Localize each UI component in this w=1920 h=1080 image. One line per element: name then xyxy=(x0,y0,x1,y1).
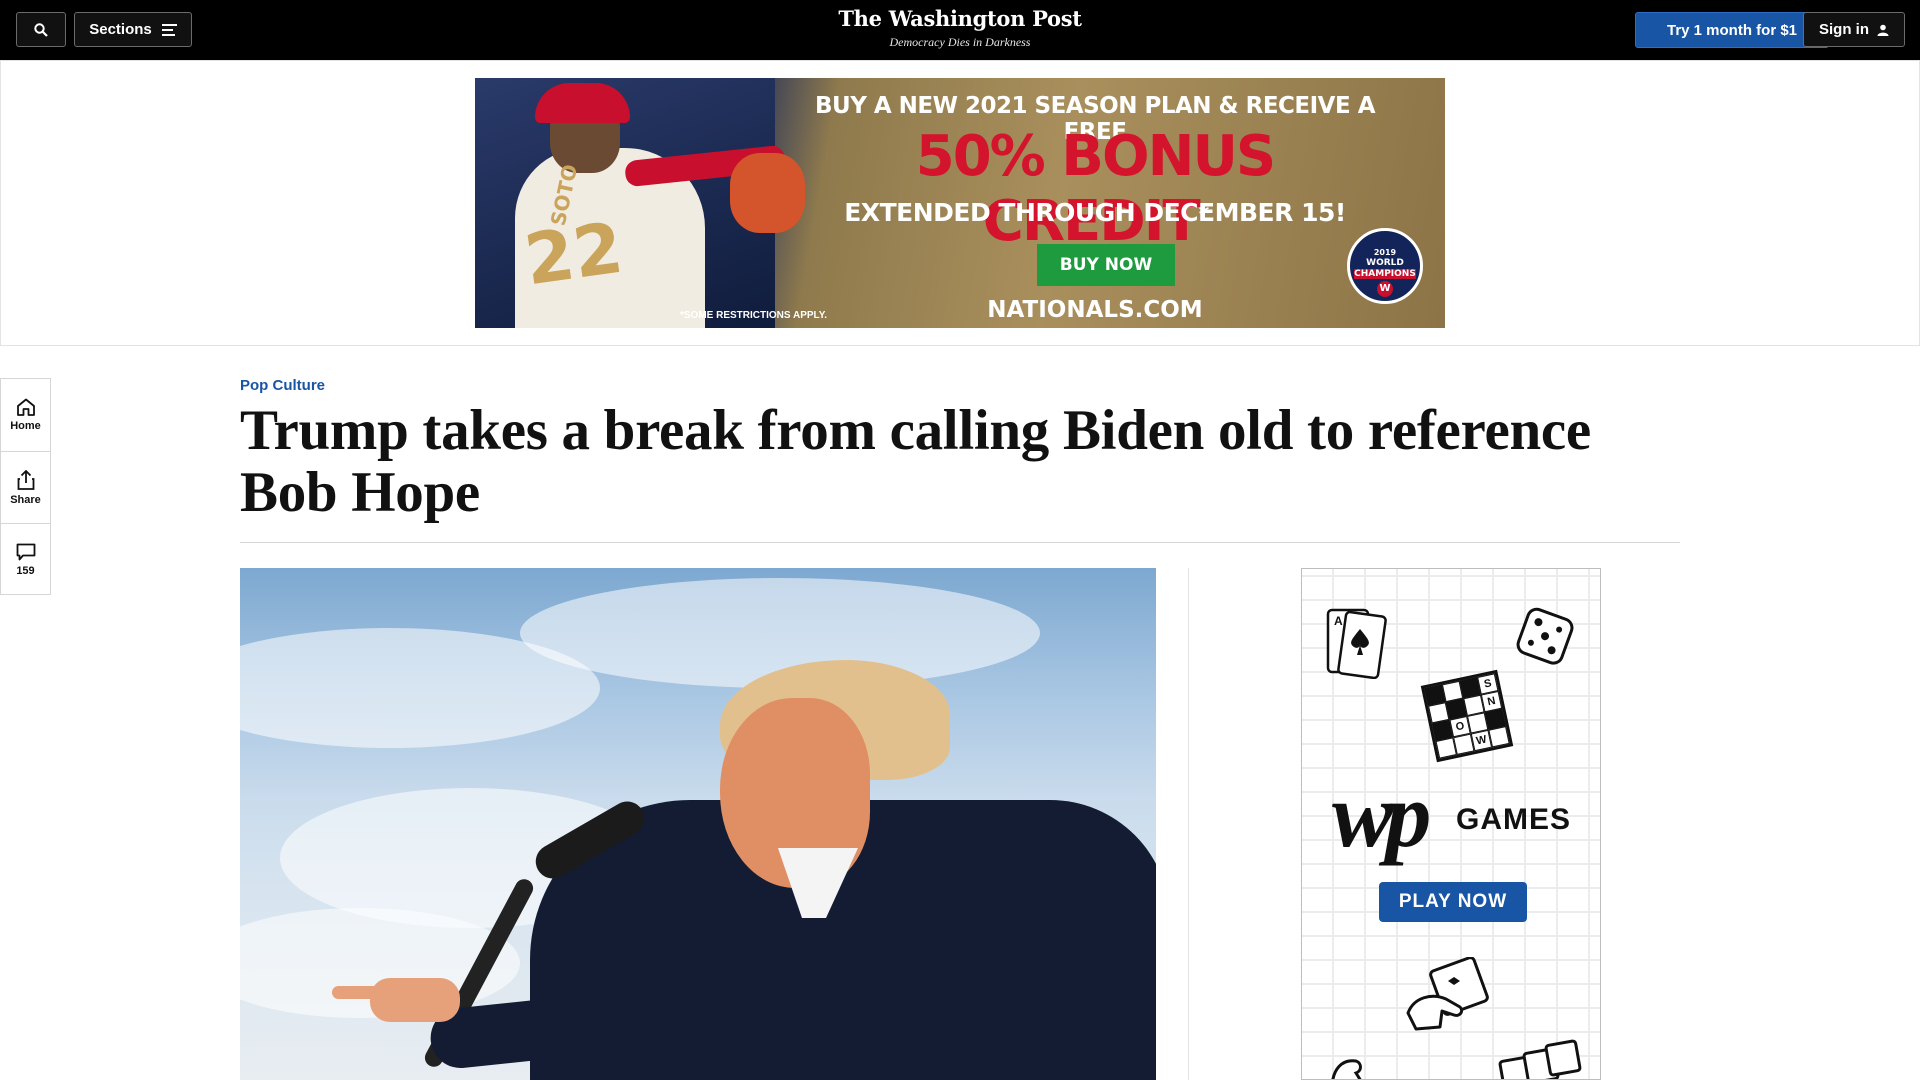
cards-in-hand-icon xyxy=(1406,957,1489,1031)
sign-in-label: Sign in xyxy=(1819,21,1869,38)
ad-player-number: 22 xyxy=(519,206,628,302)
dice-icon xyxy=(1516,607,1574,665)
ad-url-text[interactable]: NATIONALS.COM xyxy=(795,297,1395,323)
comments-count: 159 xyxy=(16,564,35,577)
subscribe-button[interactable]: Try 1 month for $1 xyxy=(1635,12,1829,48)
share-button[interactable]: Share xyxy=(1,451,50,523)
sections-menu-button[interactable]: Sections xyxy=(74,12,192,47)
nationals-banner-ad[interactable]: 22 SOTO *SOME RESTRICTIONS APPLY. BUY A … xyxy=(475,78,1445,328)
play-now-button[interactable]: PLAY NOW xyxy=(1379,882,1527,922)
sign-in-button[interactable]: Sign in xyxy=(1803,12,1905,47)
sections-label: Sections xyxy=(89,21,152,38)
chess-pieces-icon xyxy=(1331,1059,1362,1079)
games-label: GAMES xyxy=(1456,803,1572,836)
ad-buy-now-button[interactable]: BUY NOW xyxy=(1037,244,1175,286)
comment-icon xyxy=(16,543,35,560)
share-label: Share xyxy=(10,493,41,506)
wp-logo: wp xyxy=(1332,764,1431,866)
playing-card-icon: A xyxy=(1326,608,1387,679)
ad-player-cap xyxy=(535,83,630,123)
home-icon xyxy=(16,398,35,416)
comments-button[interactable]: 159 xyxy=(1,523,50,595)
article-headline: Trump takes a break from calling Biden o… xyxy=(240,399,1591,524)
nationals-logo-icon: W xyxy=(1377,281,1393,297)
site-tagline: Democracy Dies in Darkness xyxy=(889,35,1031,49)
hamburger-icon xyxy=(161,23,177,36)
site-logo[interactable]: The Washington Post xyxy=(760,6,1160,31)
crossword-icon: S N O W xyxy=(1420,669,1514,763)
badge-year: 2019 xyxy=(1373,248,1397,257)
home-label: Home xyxy=(10,420,41,432)
card-letter: A xyxy=(1334,614,1343,628)
photo-speaker-finger xyxy=(332,986,392,999)
world-champions-badge: 2019 WORLD CHAMPIONS W xyxy=(1347,228,1423,304)
search-button[interactable] xyxy=(16,12,66,47)
top-nav-bar: Sections The Washington Post Democracy D… xyxy=(0,0,1920,60)
ad-player-glove xyxy=(730,153,805,233)
home-button[interactable]: Home xyxy=(1,379,50,451)
badge-line-1: WORLD xyxy=(1366,258,1404,268)
article-action-rail: Home Share 159 xyxy=(0,378,51,595)
headline-divider xyxy=(240,542,1680,543)
share-icon xyxy=(17,469,34,490)
search-icon xyxy=(34,22,48,37)
ad-bonus-text: 50% BONUS CREDIT xyxy=(915,124,1276,254)
wp-games-ad[interactable]: A S N O W wp GAMES PLAY NOW xyxy=(1301,568,1601,1080)
masthead[interactable]: The Washington Post Democracy Dies in Da… xyxy=(760,6,1160,50)
tiles-icon xyxy=(1498,1039,1582,1079)
article-lead-photo[interactable] xyxy=(240,568,1156,1080)
ad-headline-3: EXTENDED THROUGH DECEMBER 15! xyxy=(844,198,1346,227)
badge-line-2: CHAMPIONS xyxy=(1354,269,1416,279)
article-kicker[interactable]: Pop Culture xyxy=(240,377,325,394)
ad-headline-2: 50% BONUS CREDIT* xyxy=(795,124,1395,254)
user-icon xyxy=(1877,24,1889,36)
photo-speaker-hand xyxy=(370,978,460,1022)
column-divider xyxy=(1188,568,1189,1080)
